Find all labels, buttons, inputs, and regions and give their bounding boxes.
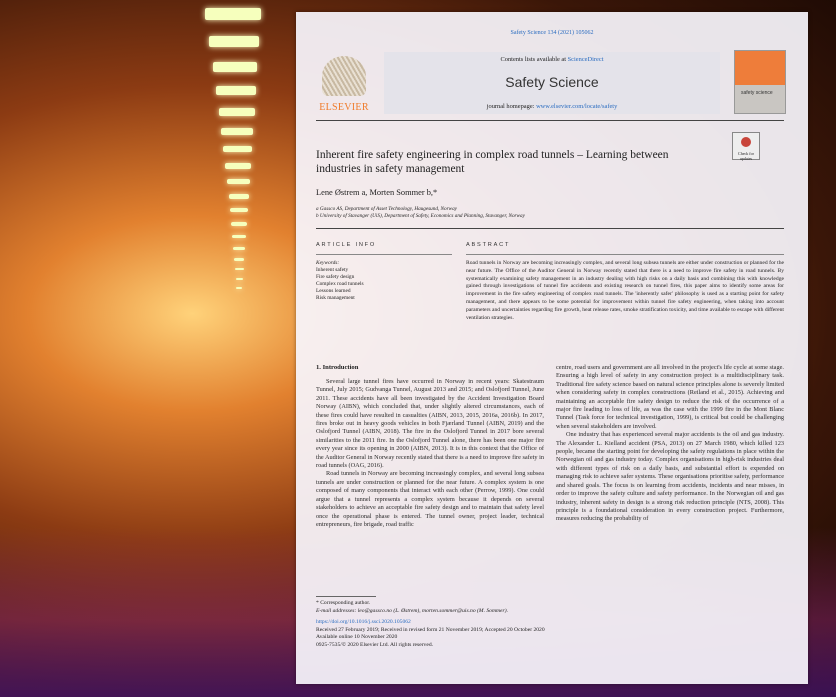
- journal-homepage-link[interactable]: www.elsevier.com/locate/safety: [536, 103, 617, 110]
- footnotes: * Corresponding author. E-mail addresses…: [316, 600, 545, 650]
- article-info-heading: ARTICLE INFO: [316, 242, 377, 248]
- section-heading: 1. Introduction: [316, 364, 359, 371]
- affiliation-a: a Gassco AS, Department of Asset Technol…: [316, 206, 457, 212]
- article-title: Inherent fire safety engineering in comp…: [316, 149, 669, 175]
- doi-link[interactable]: https://doi.org/10.1016/j.ssci.2020.1050…: [316, 619, 545, 627]
- elsevier-tree-icon: [322, 56, 366, 96]
- corresponding-author-note: * Corresponding author.: [316, 600, 371, 606]
- keywords-label: Keywords:: [316, 260, 340, 266]
- check-for-updates-badge[interactable]: Check for updates: [732, 132, 760, 161]
- tunnel-ceiling-lights: [205, 0, 265, 360]
- keyword-item: Lessons learned: [316, 288, 351, 294]
- keyword-item: Inherent safety: [316, 267, 349, 273]
- contents-line: Contents lists available at ScienceDirec…: [500, 56, 604, 63]
- sciencedirect-link[interactable]: ScienceDirect: [568, 56, 604, 63]
- cover-title: safety science: [741, 90, 773, 96]
- publisher-name: ELSEVIER: [319, 102, 369, 113]
- info-top-rule: [316, 228, 784, 229]
- journal-masthead: Contents lists available at ScienceDirec…: [384, 52, 720, 114]
- article-page: Safety Science 134 (2021) 105062 ELSEVIE…: [296, 12, 808, 684]
- received-dates: Received 27 February 2019; Received in r…: [316, 626, 545, 633]
- check-updates-icon: [741, 137, 751, 147]
- journal-title: Safety Science: [505, 74, 599, 90]
- paragraph: centre, road users and government are al…: [556, 364, 784, 430]
- email-addresses[interactable]: E-mail addresses: leo@gassco.no (L. Østr…: [316, 608, 545, 616]
- available-online: Available online 10 November 2020: [316, 634, 398, 641]
- affiliation-b: b University of Stavanger (UiS), Departm…: [316, 213, 525, 219]
- keyword-item: Complex road tunnels: [316, 281, 364, 287]
- right-column: centre, road users and government are al…: [556, 364, 784, 524]
- elsevier-logo: ELSEVIER: [316, 54, 372, 114]
- keyword-item: Risk management: [316, 295, 355, 301]
- abstract-text: Road tunnels in Norway are becoming incr…: [466, 260, 784, 321]
- homepage-line: journal homepage: www.elsevier.com/locat…: [486, 103, 618, 110]
- keyword-item: Fire safety design: [316, 274, 355, 280]
- header-rule: [316, 120, 784, 121]
- paragraph: Road tunnels in Norway are becoming incr…: [316, 470, 544, 528]
- left-column: Several large tunnel fires have occurred…: [316, 378, 544, 529]
- paragraph: Several large tunnel fires have occurred…: [316, 378, 544, 470]
- journal-reference-link[interactable]: Safety Science 134 (2021) 105062: [296, 30, 808, 36]
- article-authors[interactable]: Lene Østrem a, Morten Sommer b,*: [316, 188, 437, 197]
- abstract-heading: ABSTRACT: [466, 242, 511, 248]
- copyright: 0925-7535/© 2020 Elsevier Ltd. All right…: [316, 641, 434, 648]
- affiliations: a Gassco AS, Department of Asset Technol…: [316, 206, 525, 220]
- journal-cover-thumbnail[interactable]: safety science: [734, 50, 786, 114]
- keywords-block: Keywords: Inherent safety Fire safety de…: [316, 260, 364, 302]
- paragraph: One industry that has experienced severa…: [556, 431, 784, 523]
